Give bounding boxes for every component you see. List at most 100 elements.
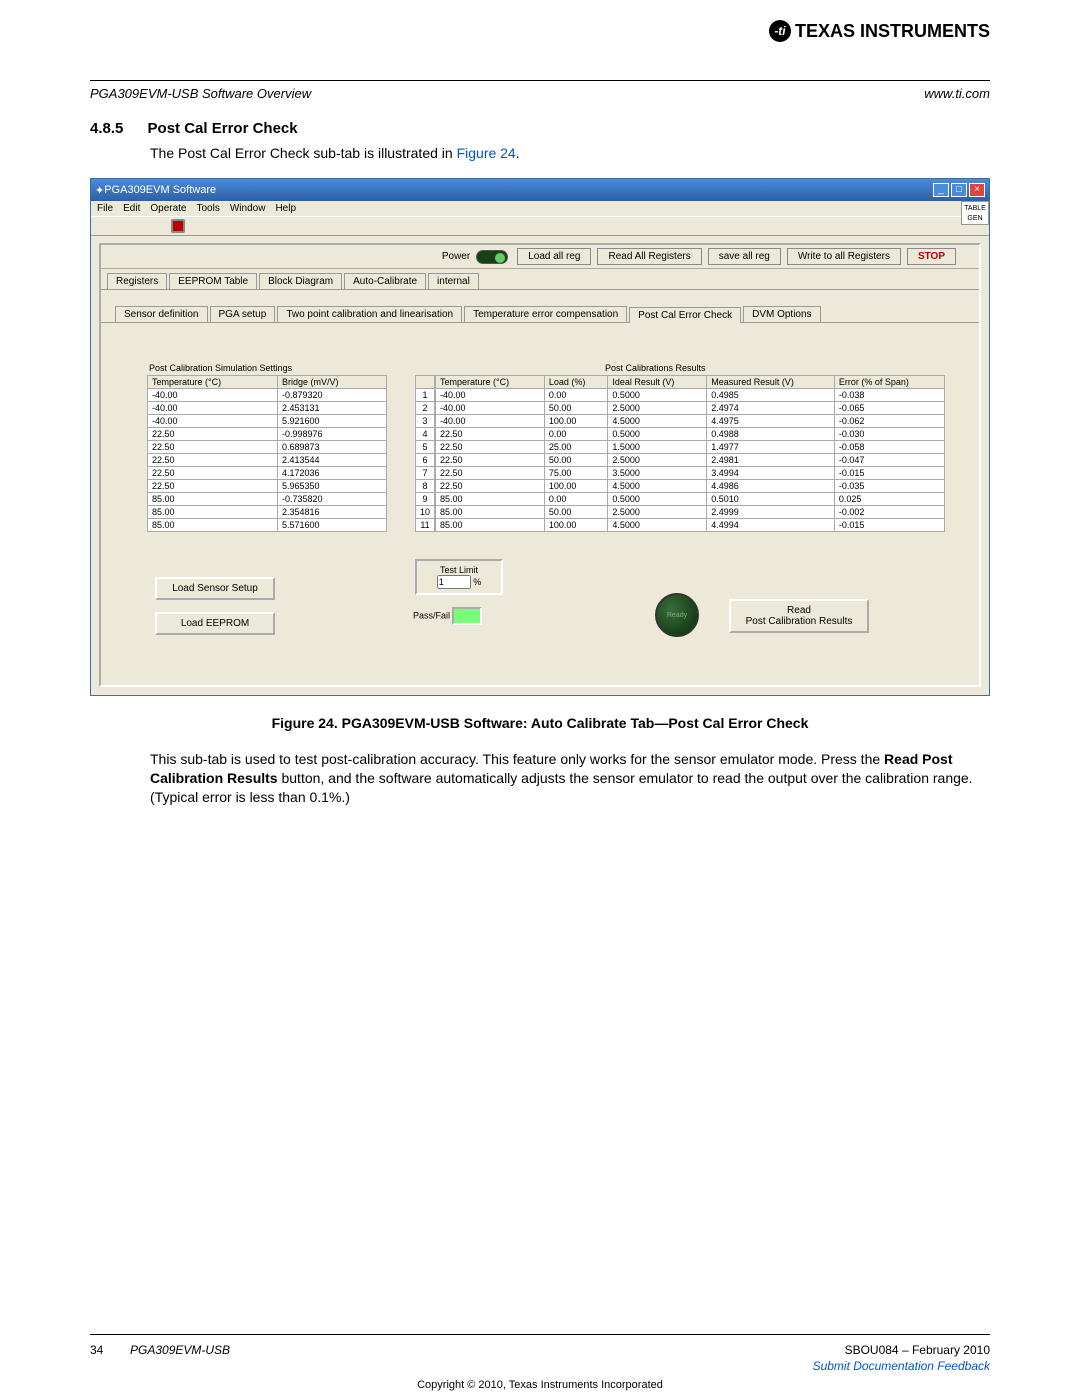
page-number: 34 <box>90 1343 103 1357</box>
menu-window[interactable]: Window <box>230 203 266 214</box>
load-eeprom-button[interactable]: Load EEPROM <box>155 612 275 635</box>
read-post-cal-results-button[interactable]: Read Post Calibration Results <box>729 599 869 633</box>
footer-rule <box>90 1334 990 1335</box>
figure-link[interactable]: Figure 24 <box>457 145 516 161</box>
iconbar <box>91 216 989 236</box>
table-row: 22.50-0.998976 <box>148 428 387 441</box>
inner-frame: Power Load all reg Read All Registers sa… <box>99 243 981 687</box>
section-path: PGA309EVM-USB Software Overview <box>90 86 311 101</box>
window-title: PGA309EVM Software <box>104 184 216 196</box>
table-row: 22.504.172036 <box>148 467 387 480</box>
power-label: Power <box>442 251 470 262</box>
res-col-error: Error (% of Span) <box>834 376 944 389</box>
subtab-two-point-cal[interactable]: Two point calibration and linearisation <box>277 306 462 322</box>
table-row: -40.00-0.879320 <box>148 389 387 402</box>
test-limit-input[interactable] <box>437 575 471 589</box>
test-limit-unit: % <box>473 577 481 587</box>
subtab-temp-error-comp[interactable]: Temperature error compensation <box>464 306 627 322</box>
table-row: 85.0050.002.50002.4999-0.002 <box>436 506 945 519</box>
results-index-col: 1234567891011 <box>415 375 435 532</box>
table-row: 22.500.689873 <box>148 441 387 454</box>
footer-docnum: SBOU084 – February 2010 <box>845 1343 990 1357</box>
sim-col-bridge: Bridge (mV/V) <box>277 376 386 389</box>
menu-help[interactable]: Help <box>275 203 296 214</box>
table-row: 85.00100.004.50004.4994-0.015 <box>436 519 945 532</box>
test-limit-label: Test Limit <box>421 565 497 575</box>
maximize-icon[interactable]: □ <box>951 183 967 197</box>
site-url: www.ti.com <box>924 86 990 101</box>
header-rule <box>90 80 990 81</box>
panel: Post Calibration Simulation Settings Tem… <box>115 361 965 675</box>
body-paragraph: This sub-tab is used to test post-calibr… <box>150 750 990 807</box>
sim-settings-label: Post Calibration Simulation Settings <box>149 363 387 373</box>
table-row: -40.00100.004.50004.4975-0.062 <box>436 415 945 428</box>
tab-auto-calibrate[interactable]: Auto-Calibrate <box>344 273 426 289</box>
test-limit-box: Test Limit % <box>415 559 503 595</box>
results-label: Post Calibrations Results <box>605 363 945 373</box>
table-row: 85.00-0.735820 <box>148 493 387 506</box>
top-toolbar: Power Load all reg Read All Registers sa… <box>101 245 979 269</box>
table-row: -40.002.453131 <box>148 402 387 415</box>
sim-settings-table: Temperature (°C) Bridge (mV/V) -40.00-0.… <box>147 375 387 532</box>
res-col-load: Load (%) <box>544 376 607 389</box>
power-led-icon[interactable] <box>476 250 508 264</box>
main-tabs: Registers EEPROM Table Block Diagram Aut… <box>101 269 979 290</box>
results-box: Post Calibrations Results 1234567891011 … <box>415 361 945 532</box>
record-icon[interactable] <box>171 219 185 233</box>
page-meta: PGA309EVM-USB Software Overview www.ti.c… <box>90 86 990 101</box>
table-row: 85.002.354816 <box>148 506 387 519</box>
section-number: 4.8.5 <box>90 120 123 137</box>
brand-header: -ti TEXAS INSTRUMENTS <box>769 20 990 42</box>
app-window: ✦ PGA309EVM Software _ □ × File Edit Ope… <box>90 178 990 696</box>
load-all-reg-button[interactable]: Load all reg <box>517 248 591 265</box>
table-row: 22.500.000.50000.4988-0.030 <box>436 428 945 441</box>
brand-text: TEXAS INSTRUMENTS <box>795 21 990 42</box>
page-footer: 34 PGA309EVM-USB SBOU084 – February 2010 <box>90 1343 990 1357</box>
table-row: 22.5025.001.50001.4977-0.058 <box>436 441 945 454</box>
menu-edit[interactable]: Edit <box>123 203 140 214</box>
copyright: Copyright © 2010, Texas Instruments Inco… <box>0 1379 1080 1391</box>
table-gen-badge[interactable]: TABLE GEN <box>961 201 989 225</box>
subtab-dvm-options[interactable]: DVM Options <box>743 306 820 322</box>
close-icon[interactable]: × <box>969 183 985 197</box>
table-row: 22.5050.002.50002.4981-0.047 <box>436 454 945 467</box>
load-sensor-setup-button[interactable]: Load Sensor Setup <box>155 577 275 600</box>
passfail-indicator <box>452 607 482 625</box>
tab-block-diagram[interactable]: Block Diagram <box>259 273 342 289</box>
sim-col-temp: Temperature (°C) <box>148 376 278 389</box>
subtab-sensor-definition[interactable]: Sensor definition <box>115 306 208 322</box>
table-row: 85.000.000.50000.50100.025 <box>436 493 945 506</box>
section-heading: 4.8.5 Post Cal Error Check <box>90 120 318 137</box>
tab-eeprom-table[interactable]: EEPROM Table <box>169 273 257 289</box>
res-col-temp: Temperature (°C) <box>436 376 545 389</box>
results-table: Temperature (°C) Load (%) Ideal Result (… <box>435 375 945 532</box>
stop-button[interactable]: STOP <box>907 248 956 265</box>
menu-operate[interactable]: Operate <box>150 203 186 214</box>
menu-tools[interactable]: Tools <box>197 203 220 214</box>
titlebar: ✦ PGA309EVM Software _ □ × <box>91 179 989 201</box>
minimize-icon[interactable]: _ <box>933 183 949 197</box>
ti-badge-icon: -ti <box>769 20 791 42</box>
table-row: 85.005.571600 <box>148 519 387 532</box>
tab-internal[interactable]: internal <box>428 273 479 289</box>
menu-file[interactable]: File <box>97 203 113 214</box>
figure-caption: Figure 24. PGA309EVM-USB Software: Auto … <box>90 715 990 731</box>
ti-logo: -ti TEXAS INSTRUMENTS <box>769 20 990 42</box>
menubar: File Edit Operate Tools Window Help <box>91 201 989 216</box>
res-col-ideal: Ideal Result (V) <box>608 376 707 389</box>
read-all-registers-button[interactable]: Read All Registers <box>597 248 701 265</box>
subtab-pga-setup[interactable]: PGA setup <box>210 306 276 322</box>
save-all-reg-button[interactable]: save all reg <box>708 248 781 265</box>
table-row: 22.505.965350 <box>148 480 387 493</box>
app-icon: ✦ <box>95 184 104 197</box>
table-row: -40.000.000.50000.4985-0.038 <box>436 389 945 402</box>
write-all-registers-button[interactable]: Write to all Registers <box>787 248 901 265</box>
table-row: 22.502.413544 <box>148 454 387 467</box>
passfail-label: Pass/Fail <box>413 610 450 620</box>
footer-title: PGA309EVM-USB <box>130 1343 230 1357</box>
subtab-post-cal-error-check[interactable]: Post Cal Error Check <box>629 307 741 323</box>
passfail-row: Pass/Fail <box>413 607 482 625</box>
table-row: -40.0050.002.50002.4974-0.065 <box>436 402 945 415</box>
submit-feedback-link[interactable]: Submit Documentation Feedback <box>813 1359 990 1373</box>
tab-registers[interactable]: Registers <box>107 273 167 289</box>
